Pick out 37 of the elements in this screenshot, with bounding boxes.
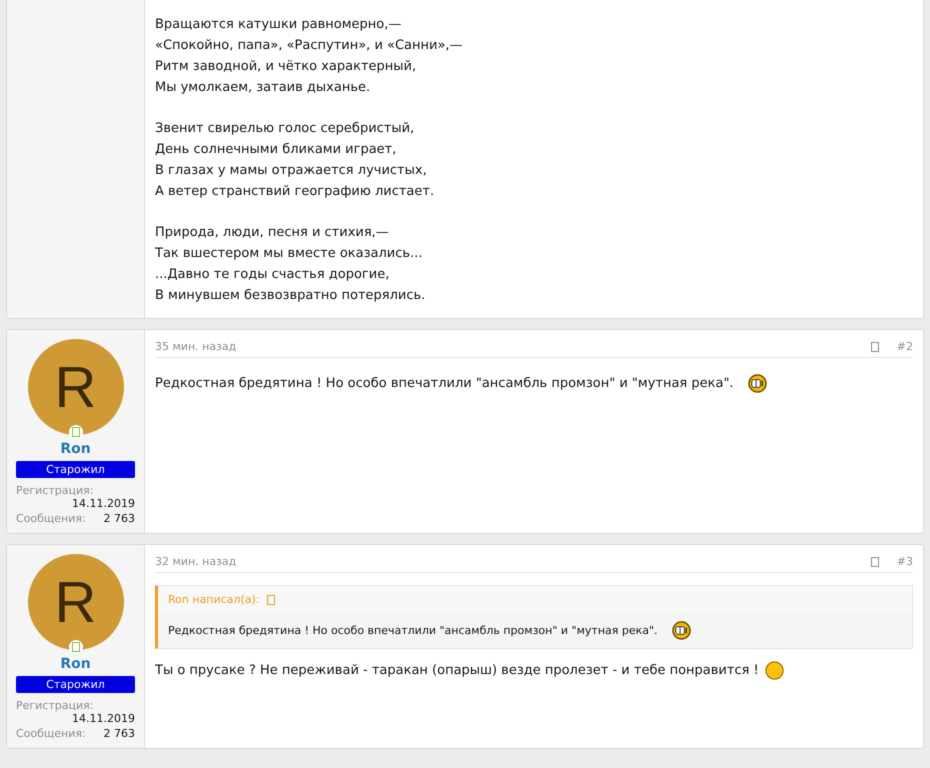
messages-count: 2 763 xyxy=(104,727,135,740)
poem-line: Природа, люди, песня и стихия,— xyxy=(155,224,390,242)
poem-line: Вращаются катушки равномерно,— xyxy=(155,16,402,34)
post-time[interactable]: 35 мин. назад xyxy=(155,340,871,353)
avatar[interactable]: R xyxy=(28,339,124,435)
poem-line: А ветер странствий географию листает. xyxy=(155,183,436,201)
registration-date: 14.11.2019 xyxy=(72,712,135,725)
post-time[interactable]: 32 мин. назад xyxy=(155,555,871,568)
post-text: Ты о прусаке ? Не переживай - таракан (опарыш) везде пролезет - и тебе понравится ! xyxy=(155,663,759,678)
avatar[interactable]: R xyxy=(28,554,124,650)
grimace-smiley-icon xyxy=(672,621,691,640)
smiley-icon xyxy=(764,661,784,680)
username[interactable]: Ron xyxy=(60,656,91,672)
messages-label: Сообщения: xyxy=(16,512,86,525)
poem-line: В минувшем безвозвратно потерялись. xyxy=(155,287,426,305)
registration-date: 14.11.2019 xyxy=(72,497,135,510)
user-title: Старожил xyxy=(16,676,135,693)
post-number[interactable]: #3 xyxy=(896,555,913,568)
poem-line: Мы умолкаем, затаив дыханье. xyxy=(155,79,372,97)
messages-count: 2 763 xyxy=(104,512,135,525)
post-number[interactable]: #2 xyxy=(896,340,913,353)
registration-label: Регистрация: xyxy=(16,699,94,712)
poem-line: Так вшестером мы вместе оказались... xyxy=(155,245,424,263)
quote-text: Редкостная бредятина ! Но особо впечатлили "ансамбль промзон" и "мутная река". xyxy=(168,624,658,637)
poem-line: В глазах у мамы отражается лучистых, xyxy=(155,162,428,180)
user-title: Старожил xyxy=(16,461,135,478)
messages-label: Сообщения: xyxy=(16,727,86,740)
poem-line: День солнечными бликами играет, xyxy=(155,141,398,159)
poem-line: Звенит свирелью голос серебристый, xyxy=(155,120,416,138)
poem-line: «Спокойно, папа», «Распутин», и «Санни»,— xyxy=(155,37,464,55)
grimace-smiley-icon xyxy=(748,374,767,393)
post-text: Редкостная бредятина ! Но особо впечатлили "ансамбль промзон" и "мутная река". xyxy=(155,376,734,391)
poem-line: ...Давно те годы счастья дорогие, xyxy=(155,266,390,284)
quote-author[interactable]: Ron написал(а): xyxy=(168,593,260,606)
registration-label: Регистрация: xyxy=(16,484,94,497)
username[interactable]: Ron xyxy=(60,441,91,457)
poem-line: Ритм заводной, и чётко характерный, xyxy=(155,58,418,76)
